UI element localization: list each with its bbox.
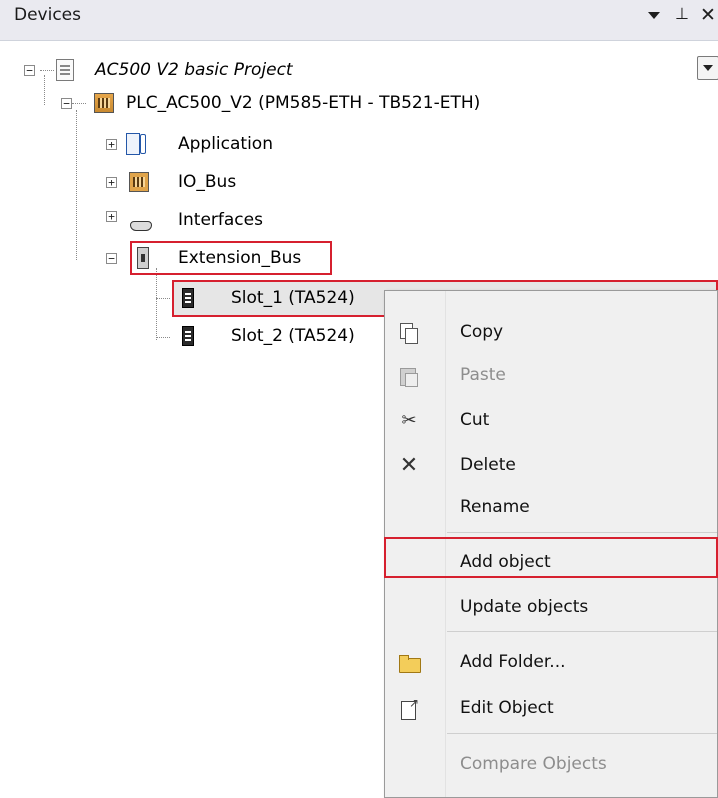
menu-item-rename[interactable]: Rename [385, 488, 717, 528]
menu-item-paste[interactable]: Paste [385, 356, 717, 396]
menu-label: Edit Object [460, 698, 554, 718]
application-icon [126, 133, 146, 155]
menu-separator [447, 532, 717, 533]
menu-label: Compare Objects [460, 754, 607, 774]
delete-icon: ✕ [399, 453, 419, 478]
menu-separator [447, 631, 717, 632]
context-menu: Copy Paste ✂ Cut ✕ Delete Rename Add obj… [384, 290, 718, 798]
application-label: Application [178, 134, 273, 154]
io-bus-label: IO_Bus [178, 172, 237, 192]
copy-icon [399, 323, 419, 344]
tree-line [40, 70, 54, 71]
menu-item-edit-object[interactable]: Edit Object [385, 689, 717, 729]
menu-item-cut[interactable]: ✂ Cut [385, 401, 717, 441]
interfaces-icon [130, 221, 152, 231]
menu-label: Delete [460, 455, 516, 475]
tree-line [44, 75, 45, 105]
menu-separator [447, 733, 717, 734]
plc-icon [94, 93, 114, 113]
io-bus-icon [129, 172, 149, 192]
menu-item-compare-objects[interactable]: Compare Objects [385, 745, 717, 785]
menu-label: Paste [460, 365, 506, 385]
tree-line [156, 298, 170, 299]
tree-dropdown-button[interactable] [697, 56, 718, 80]
devices-panel-header: Devices ⊥ ✕ [0, 0, 718, 41]
interfaces-label: Interfaces [178, 210, 263, 230]
collapse-toggle[interactable]: − [24, 65, 35, 76]
add-object-highlight [384, 537, 718, 578]
tree-line [76, 110, 77, 260]
tree-line [156, 268, 157, 340]
project-label: AC500 V2 basic Project [95, 60, 293, 80]
menu-label: Copy [460, 322, 504, 342]
pin-icon[interactable]: ⊥ [675, 6, 689, 22]
expand-toggle[interactable]: + [106, 211, 117, 222]
folder-icon [399, 653, 421, 673]
tree-line [72, 103, 86, 104]
edit-object-icon [399, 693, 419, 720]
menu-item-delete[interactable]: ✕ Delete [385, 446, 717, 486]
plc-label: PLC_AC500_V2 (PM585-ETH - TB521-ETH) [126, 93, 481, 113]
tree-line [156, 337, 170, 338]
slot-2-label: Slot_2 (TA524) [231, 326, 355, 346]
project-icon [56, 59, 74, 81]
menu-item-update-objects[interactable]: Update objects [385, 588, 717, 628]
menu-item-add-folder[interactable]: Add Folder... [385, 643, 717, 683]
cut-icon: ✂ [401, 410, 417, 431]
menu-label: Cut [460, 410, 490, 430]
collapse-toggle[interactable]: − [61, 98, 72, 109]
panel-title: Devices [14, 5, 81, 25]
menu-label: Update objects [460, 597, 589, 617]
paste-icon [399, 366, 419, 387]
close-icon[interactable]: ✕ [700, 6, 716, 25]
menu-item-copy[interactable]: Copy [385, 313, 717, 353]
collapse-toggle[interactable]: − [106, 253, 117, 264]
expand-toggle[interactable]: + [106, 177, 117, 188]
panel-menu-dropdown-icon[interactable] [648, 12, 660, 19]
menu-label: Rename [460, 497, 530, 517]
extension-bus-highlight [130, 241, 332, 275]
menu-label: Add Folder... [460, 652, 566, 672]
slot-icon [182, 326, 194, 346]
expand-toggle[interactable]: + [106, 139, 117, 150]
